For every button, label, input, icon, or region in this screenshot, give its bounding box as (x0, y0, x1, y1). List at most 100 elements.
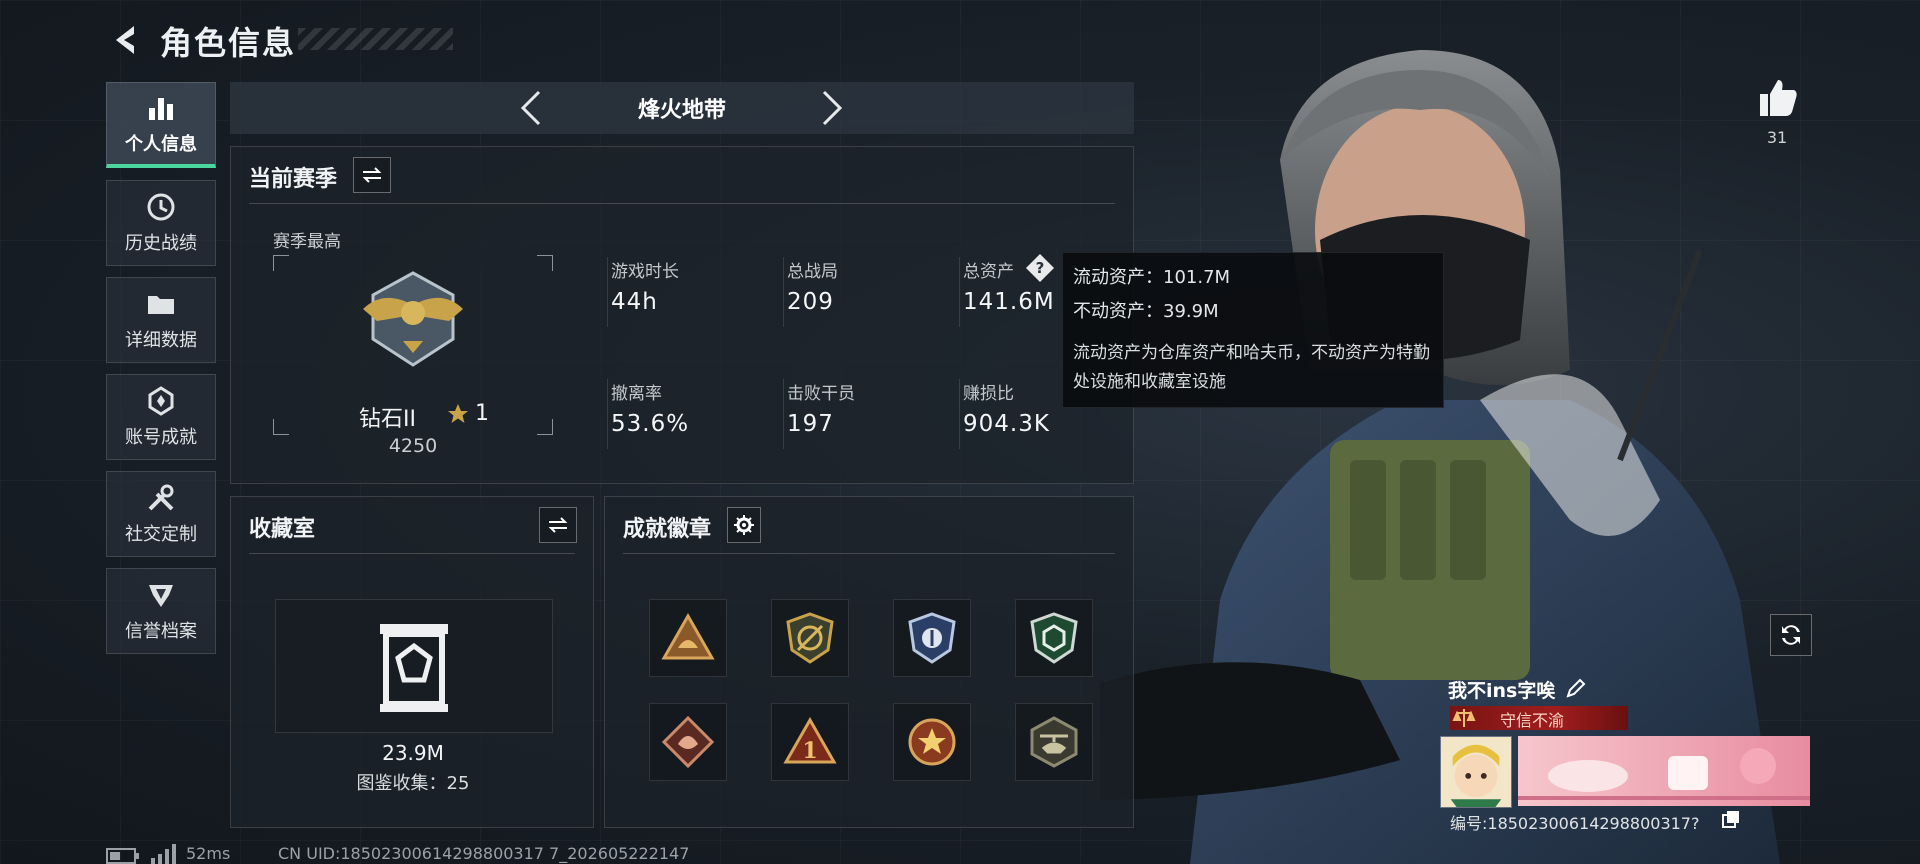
divider (623, 553, 1115, 554)
svg-text:1: 1 (802, 738, 817, 764)
achievement-icon (148, 386, 174, 416)
back-arrow-icon[interactable] (108, 22, 144, 58)
stat-value-total-assets: 141.6M (963, 289, 1055, 315)
season-panel-title: 当前赛季 (249, 167, 338, 192)
badge-slot[interactable]: 1 (771, 703, 849, 781)
like-count: 31 (1766, 128, 1788, 147)
stat-label-extract-rate: 撤离率 (611, 384, 662, 404)
player-name: 我不ins字唉 (1448, 680, 1556, 702)
sidebar-item-history[interactable]: 历史战绩 (106, 180, 216, 266)
badge-slot[interactable] (893, 599, 971, 677)
refresh-button[interactable] (1770, 614, 1812, 656)
collection-swap-button[interactable] (539, 507, 577, 543)
refresh-icon (1782, 625, 1800, 645)
edit-icon[interactable] (1564, 676, 1588, 700)
tooltip-description: 流动资产为仓库资产和哈夫币，不动资产为特勤处设施和收藏室设施 (1073, 343, 1430, 392)
tooltip-fixed-assets: 不动资产：39.9M (1073, 301, 1219, 322)
divider (249, 553, 575, 554)
shield-green-badge-icon (1030, 612, 1078, 664)
collection-preview[interactable] (275, 599, 553, 733)
uid-text: CN UID:18502300614298800317 7_2026052221… (278, 844, 690, 863)
player-title-text: 守信不渝 (1500, 711, 1565, 730)
ping-text: 52ms (186, 844, 231, 863)
mode-name: 烽火地带 (637, 98, 726, 123)
collection-panel-title: 收藏室 (249, 517, 316, 542)
star-medal-badge-icon (908, 718, 956, 766)
sidebar-item-label: 个人信息 (125, 133, 197, 155)
signal-icon (151, 844, 176, 864)
stat-separator (607, 257, 608, 327)
collection-value: 23.9M (382, 741, 444, 765)
badges-panel-title: 成就徽章 (623, 517, 712, 542)
rank-emblem-icon (363, 271, 463, 367)
triangle-helmet-badge-icon (661, 612, 715, 660)
stat-value-playtime: 44h (611, 289, 658, 315)
assets-tooltip: 流动资产：101.7M 不动资产：39.9M 流动资产为仓库资产和哈夫币，不动资… (1062, 252, 1444, 408)
stat-value-total-matches: 209 (787, 289, 834, 315)
tooltip-liquid-assets: 流动资产：101.7M (1073, 267, 1231, 288)
page-title: 角色信息 (160, 24, 297, 62)
sidebar-item-detail-data[interactable]: 详细数据 (106, 277, 216, 363)
sidebar-item-label: 详细数据 (125, 330, 197, 351)
battery-icon (106, 848, 139, 864)
sidebar-item-label: 历史战绩 (125, 233, 197, 254)
badge-slot[interactable] (649, 703, 727, 781)
stat-separator (959, 257, 960, 327)
stat-separator (959, 379, 960, 449)
badge-slot[interactable] (893, 703, 971, 781)
badges-panel: 成就徽章 1 (604, 496, 1134, 828)
bar-chart-icon (149, 97, 173, 120)
sidebar-item-personal-info[interactable]: 个人信息 (106, 82, 216, 168)
profile-banner (1518, 736, 1810, 806)
stat-label-kills: 击败干员 (787, 384, 855, 404)
stat-label-total-assets: 总资产 (963, 262, 1014, 282)
stat-label-profit-ratio: 赚损比 (963, 384, 1014, 404)
stat-separator (783, 257, 784, 327)
rank-score: 4250 (388, 435, 438, 457)
badges-settings-button[interactable] (727, 507, 761, 543)
collection-panel: 收藏室 23.9M 图鉴收集：25 (230, 496, 594, 828)
thumbs-up-icon[interactable] (1756, 76, 1798, 118)
avatar[interactable] (1440, 736, 1512, 808)
sidebar-item-label: 信誉档案 (125, 621, 197, 642)
triangle-one-badge-icon: 1 (783, 716, 837, 764)
help-icon[interactable]: ? (1025, 253, 1055, 283)
sidebar-item-account-achievement[interactable]: 账号成就 (106, 374, 216, 460)
sidebar-item-label: 账号成就 (125, 427, 197, 448)
badge-slot[interactable] (771, 599, 849, 677)
credit-icon (149, 585, 173, 607)
sidebar-item-label: 社交定制 (125, 524, 197, 545)
copy-icon[interactable] (1722, 810, 1740, 828)
svg-text:?: ? (1036, 259, 1045, 277)
swap-icon (362, 167, 382, 183)
helicopter-badge-icon (1030, 716, 1078, 768)
shield-blue-badge-icon (908, 612, 956, 664)
stat-separator (783, 379, 784, 449)
season-swap-button[interactable] (353, 157, 391, 193)
stat-separator (607, 379, 608, 449)
stat-value-extract-rate: 53.6% (611, 411, 690, 437)
title-decoration (298, 28, 453, 50)
collection-catalog: 图鉴收集：25 (356, 773, 470, 794)
folder-icon (148, 296, 174, 314)
badge-slot[interactable] (1015, 599, 1093, 677)
rank-name: 钻石II (359, 407, 416, 432)
badge-slot[interactable] (1015, 703, 1093, 781)
gear-icon (734, 515, 754, 535)
stat-value-kills: 197 (787, 411, 834, 437)
tools-icon (148, 484, 174, 511)
sidebar-item-social-custom[interactable]: 社交定制 (106, 471, 216, 557)
chevron-left-icon[interactable] (515, 88, 547, 128)
star-icon (448, 404, 468, 423)
badge-slot[interactable] (649, 599, 727, 677)
swap-icon (548, 517, 568, 533)
sidebar-item-credit-archive[interactable]: 信誉档案 (106, 568, 216, 654)
divider (249, 203, 1115, 204)
vault-icon (380, 624, 448, 712)
chevron-right-icon[interactable] (816, 88, 848, 128)
stat-value-profit-ratio: 904.3K (963, 411, 1050, 437)
dragon-badge-icon (661, 715, 715, 769)
season-best-label: 赛季最高 (273, 232, 341, 252)
rank-stars: 1 (475, 401, 489, 426)
current-season-panel: 当前赛季 赛季最高 钻石II 1 4250 游戏时长 44h 总战局 209 总… (230, 146, 1134, 484)
